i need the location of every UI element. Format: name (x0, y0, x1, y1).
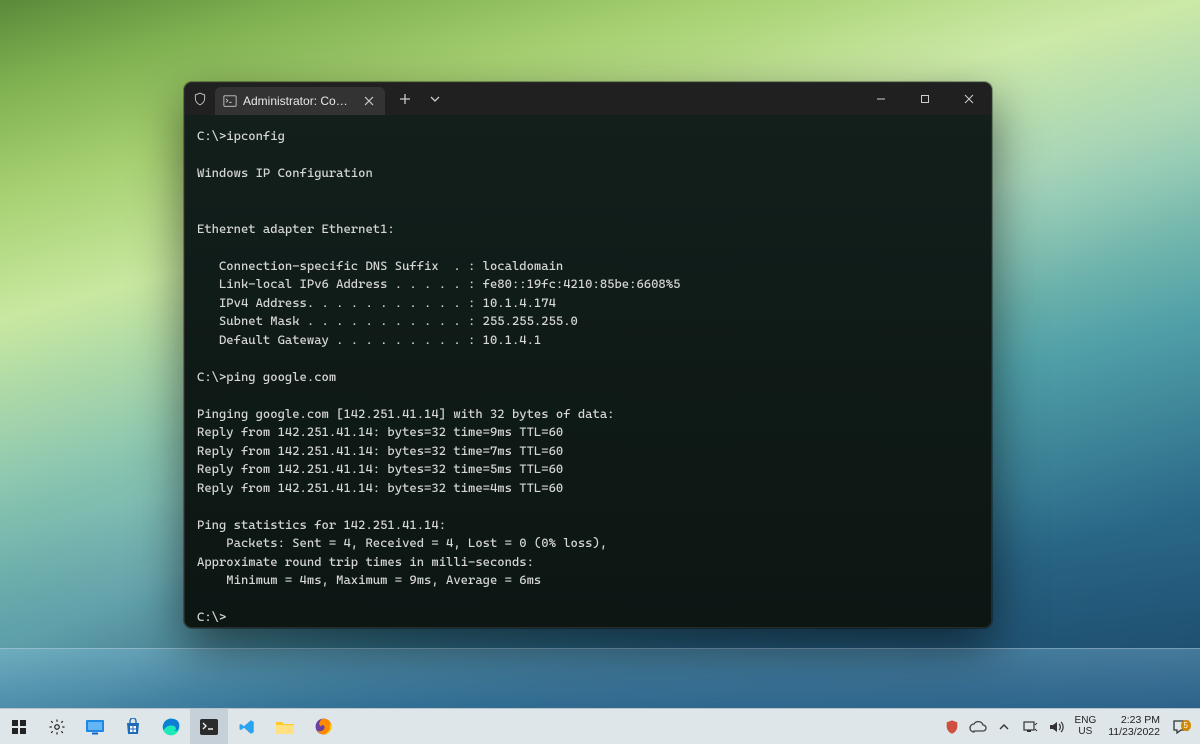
chevron-down-icon (430, 94, 440, 104)
close-icon (364, 96, 374, 106)
firefox-icon (314, 717, 333, 736)
terminal-window: Administrator: Command Prompt (184, 82, 992, 628)
language-indicator[interactable]: ENG US (1071, 716, 1101, 737)
tab-command-prompt[interactable]: Administrator: Command Prompt (215, 87, 385, 115)
gear-icon (48, 718, 66, 736)
start-button[interactable] (0, 709, 38, 744)
folder-icon (275, 719, 295, 735)
minimize-button[interactable] (859, 83, 903, 115)
notifications-button[interactable]: 5 (1168, 719, 1194, 735)
terminal-icon (223, 94, 237, 108)
taskbar: ENG US 2:23 PM 11/23/2022 5 (0, 708, 1200, 744)
taskbar-terminal[interactable] (190, 709, 228, 744)
tray-security-icon[interactable] (941, 719, 963, 735)
taskbar-settings[interactable] (38, 709, 76, 744)
taskbar-explorer[interactable] (266, 709, 304, 744)
new-tab-button[interactable] (391, 85, 419, 113)
lang-top: ENG (1075, 716, 1097, 727)
store-icon (124, 718, 142, 736)
taskbar-monitor[interactable] (76, 709, 114, 744)
terminal-app-icon (200, 719, 218, 735)
notification-count: 5 (1181, 720, 1191, 731)
taskbar-firefox[interactable] (304, 709, 342, 744)
tab-close-button[interactable] (361, 93, 377, 109)
close-window-button[interactable] (947, 83, 991, 115)
minimize-icon (876, 94, 886, 104)
vscode-icon (238, 718, 256, 736)
desktop-glass-shelf (0, 648, 1200, 708)
terminal-output[interactable]: C:\>ipconfig Windows IP Configuration Et… (185, 115, 991, 627)
tray-network-icon[interactable] (1019, 720, 1041, 734)
tab-dropdown-button[interactable] (421, 85, 449, 113)
uac-shield-icon (185, 92, 215, 106)
lang-bottom: US (1075, 727, 1097, 738)
clock[interactable]: 2:23 PM 11/23/2022 (1104, 715, 1164, 738)
close-icon (964, 94, 974, 104)
clock-date: 11/23/2022 (1108, 727, 1160, 739)
taskbar-store[interactable] (114, 709, 152, 744)
tray-chevron-up-icon[interactable] (993, 721, 1015, 733)
maximize-icon (920, 94, 930, 104)
edge-icon (161, 717, 181, 737)
maximize-button[interactable] (903, 83, 947, 115)
tab-title: Administrator: Command Prompt (243, 94, 355, 108)
clock-time: 2:23 PM (1108, 715, 1160, 727)
tray-volume-icon[interactable] (1045, 720, 1067, 734)
monitor-icon (85, 719, 105, 735)
windows-logo-icon (11, 719, 27, 735)
tray-onedrive-icon[interactable] (967, 721, 989, 733)
taskbar-vscode[interactable] (228, 709, 266, 744)
plus-icon (399, 93, 411, 105)
taskbar-edge[interactable] (152, 709, 190, 744)
window-titlebar[interactable]: Administrator: Command Prompt (185, 83, 991, 115)
